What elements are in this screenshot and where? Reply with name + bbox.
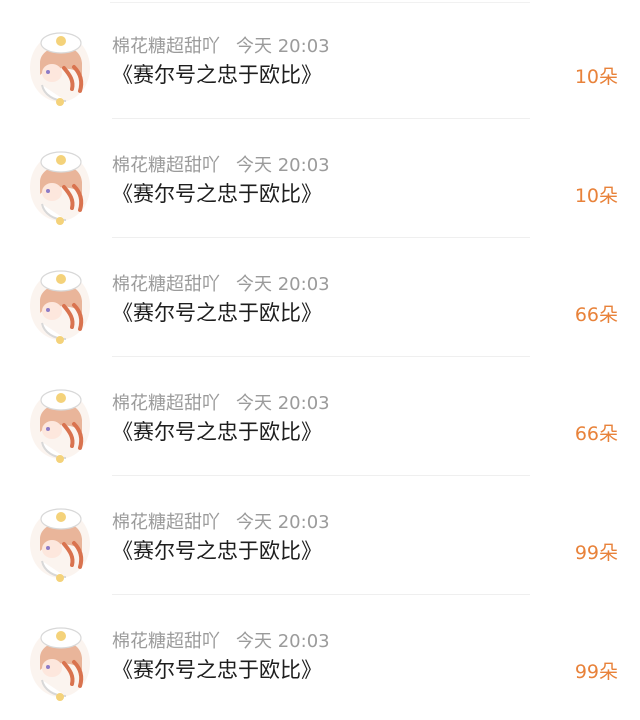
gift-amount: 99朵	[574, 542, 618, 564]
gift-record-list: 棉花糖超甜吖 今天 20:03 《赛尔号之忠于欧比》 10朵 棉花糖超甜吖 今天 2…	[0, 0, 640, 720]
anime-girl-avatar-icon	[30, 389, 90, 463]
list-item[interactable]: 棉花糖超甜吖 今天 20:03 《赛尔号之忠于欧比》 66朵	[0, 357, 640, 476]
record-meta-line: 棉花糖超甜吖 今天 20:03	[112, 35, 330, 59]
record-meta-line: 棉花糖超甜吖 今天 20:03	[112, 273, 330, 297]
anime-girl-avatar-icon	[30, 270, 90, 344]
gift-amount: 10朵	[574, 66, 618, 88]
gift-title[interactable]: 《赛尔号之忠于欧比》	[112, 298, 322, 328]
record-meta-line: 棉花糖超甜吖 今天 20:03	[112, 511, 330, 535]
gift-title[interactable]: 《赛尔号之忠于欧比》	[112, 536, 322, 566]
gift-amount: 66朵	[574, 304, 618, 326]
user-name[interactable]: 棉花糖超甜吖	[112, 512, 220, 533]
gift-title[interactable]: 《赛尔号之忠于欧比》	[112, 417, 322, 447]
gift-amount: 99朵	[574, 661, 618, 683]
timestamp: 今天 20:03	[236, 393, 330, 414]
user-avatar-icon[interactable]	[24, 499, 96, 585]
record-meta-line: 棉花糖超甜吖 今天 20:03	[112, 154, 330, 178]
list-item[interactable]: 棉花糖超甜吖 今天 20:03 《赛尔号之忠于欧比》 10朵	[0, 119, 640, 238]
user-avatar-icon[interactable]	[24, 261, 96, 347]
user-avatar-icon[interactable]	[24, 142, 96, 228]
anime-girl-avatar-icon	[30, 32, 90, 106]
gift-title[interactable]: 《赛尔号之忠于欧比》	[112, 60, 322, 90]
timestamp: 今天 20:03	[236, 512, 330, 533]
user-avatar-icon[interactable]	[24, 380, 96, 466]
user-name[interactable]: 棉花糖超甜吖	[112, 274, 220, 295]
user-avatar-icon[interactable]	[24, 23, 96, 109]
gift-amount: 10朵	[574, 185, 618, 207]
anime-girl-avatar-icon	[30, 627, 90, 701]
user-name[interactable]: 棉花糖超甜吖	[112, 631, 220, 652]
gift-title[interactable]: 《赛尔号之忠于欧比》	[112, 655, 322, 685]
user-name[interactable]: 棉花糖超甜吖	[112, 36, 220, 57]
timestamp: 今天 20:03	[236, 36, 330, 57]
list-item[interactable]: 棉花糖超甜吖 今天 20:03 《赛尔号之忠于欧比》 66朵	[0, 238, 640, 357]
list-item[interactable]: 棉花糖超甜吖 今天 20:03 《赛尔号之忠于欧比》 99朵	[0, 595, 640, 714]
user-name[interactable]: 棉花糖超甜吖	[112, 155, 220, 176]
timestamp: 今天 20:03	[236, 631, 330, 652]
timestamp: 今天 20:03	[236, 274, 330, 295]
user-avatar-icon[interactable]	[24, 618, 96, 704]
record-meta-line: 棉花糖超甜吖 今天 20:03	[112, 630, 330, 654]
anime-girl-avatar-icon	[30, 508, 90, 582]
timestamp: 今天 20:03	[236, 155, 330, 176]
record-meta-line: 棉花糖超甜吖 今天 20:03	[112, 392, 330, 416]
list-item[interactable]: 棉花糖超甜吖 今天 20:03 《赛尔号之忠于欧比》 10朵	[0, 0, 640, 119]
anime-girl-avatar-icon	[30, 151, 90, 225]
user-name[interactable]: 棉花糖超甜吖	[112, 393, 220, 414]
gift-amount: 66朵	[574, 423, 618, 445]
list-item[interactable]: 棉花糖超甜吖 今天 20:03 《赛尔号之忠于欧比》 99朵	[0, 476, 640, 595]
gift-title[interactable]: 《赛尔号之忠于欧比》	[112, 179, 322, 209]
